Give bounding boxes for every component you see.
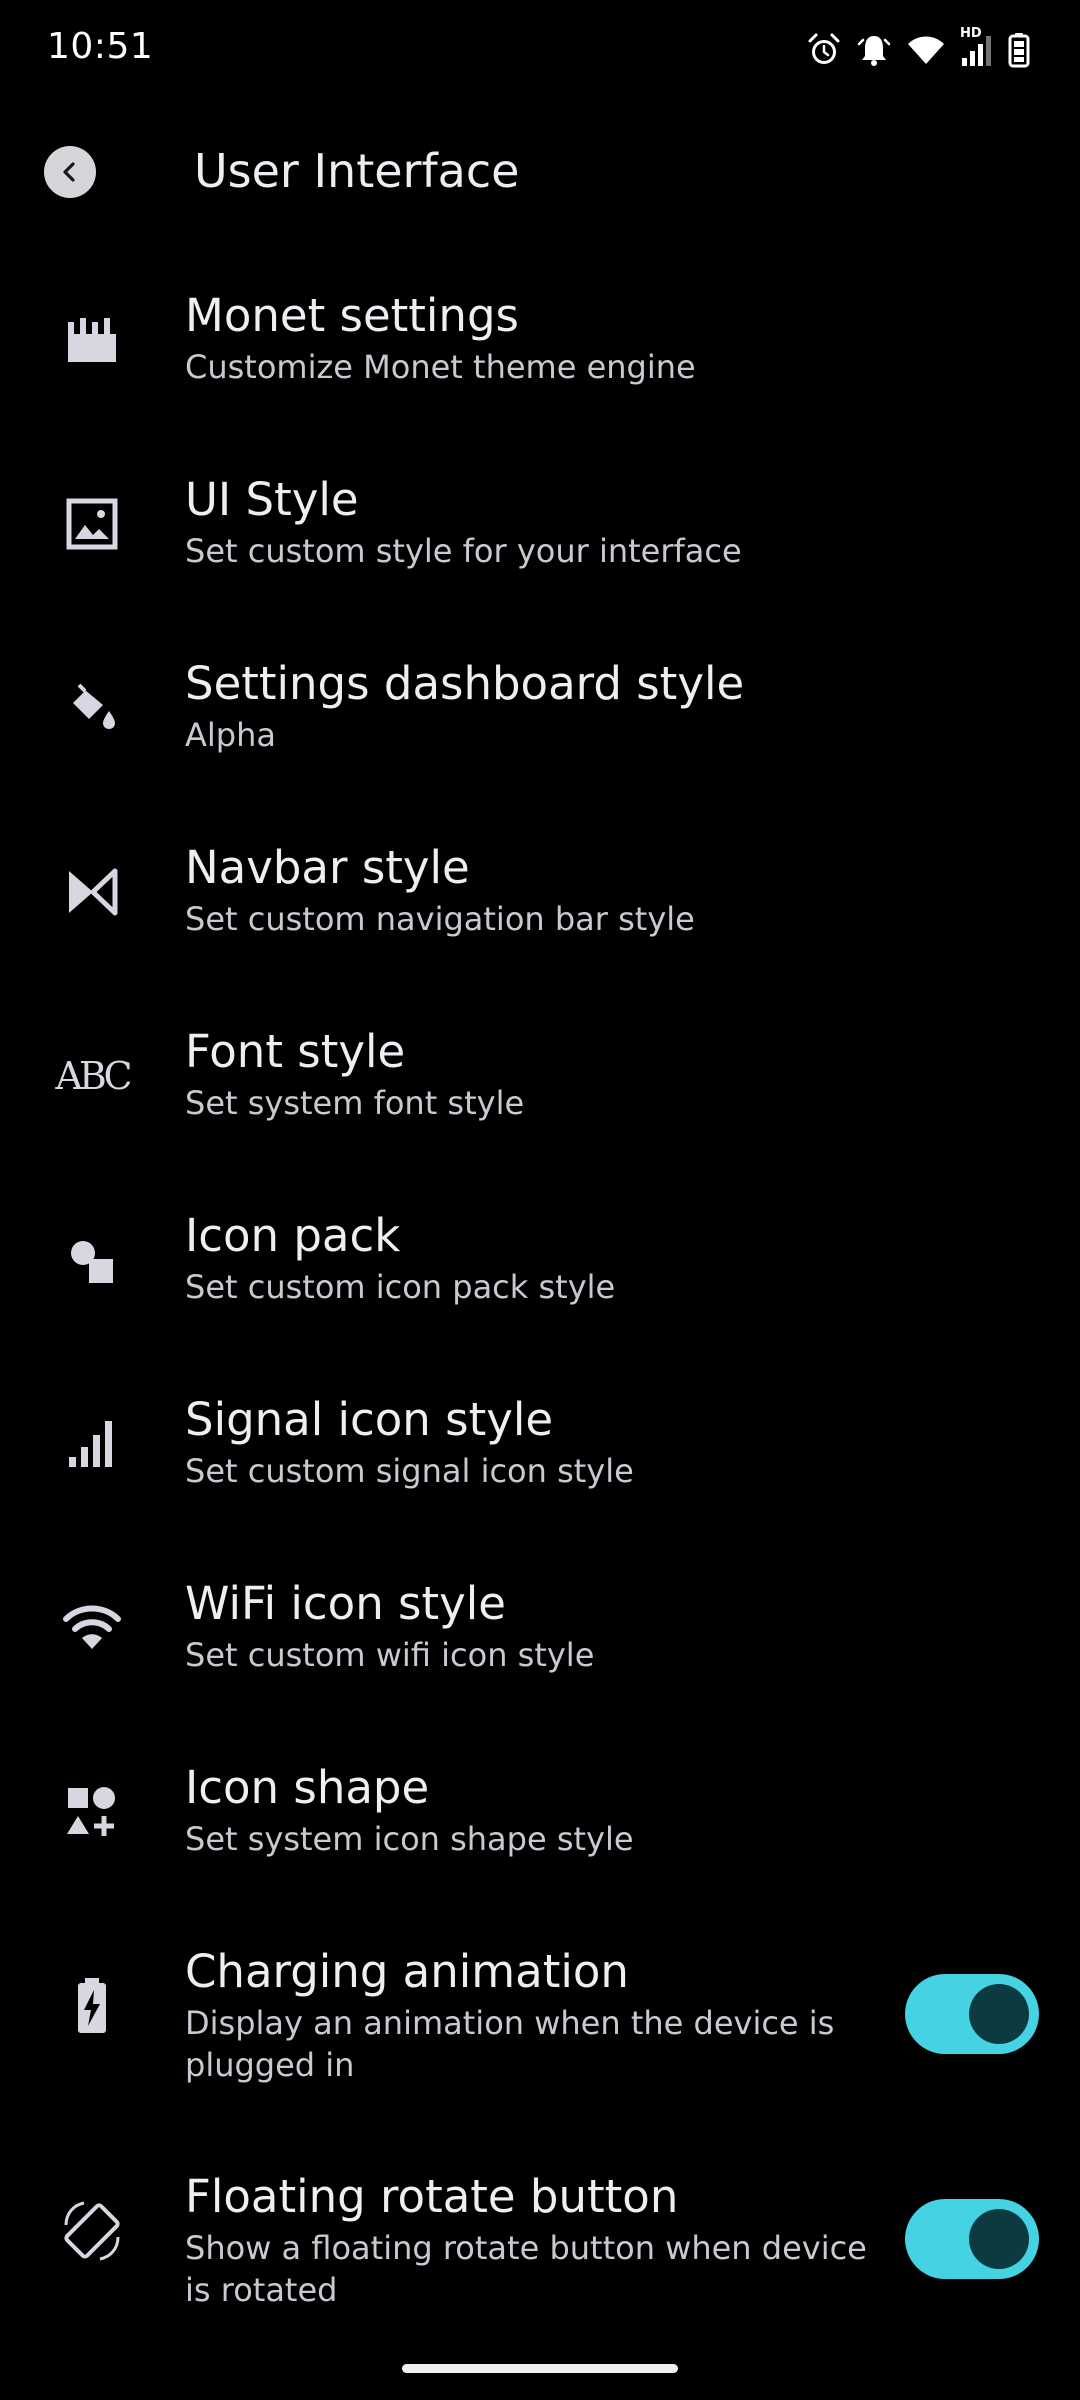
battery-charging-icon bbox=[56, 1970, 128, 2042]
page-title: User Interface bbox=[194, 144, 520, 198]
setting-summary: Set custom signal icon style bbox=[185, 1452, 634, 1490]
status-time: 10:51 bbox=[47, 26, 154, 67]
toggle-thumb bbox=[969, 1984, 1029, 2044]
wifi-status-icon bbox=[906, 34, 946, 66]
screen-rotation-icon bbox=[56, 2195, 128, 2267]
setting-title: Signal icon style bbox=[185, 1393, 554, 1446]
setting-summary: Set custom navigation bar style bbox=[185, 900, 695, 938]
setting-title: Settings dashboard style bbox=[185, 657, 745, 710]
wifi-icon bbox=[56, 1592, 128, 1664]
setting-navbar-style[interactable]: Navbar style Set custom navigation bar s… bbox=[0, 806, 1080, 990]
setting-title: Icon shape bbox=[185, 1761, 430, 1814]
back-button[interactable] bbox=[44, 146, 96, 198]
setting-ui-style[interactable]: UI Style Set custom style for your inter… bbox=[0, 438, 1080, 622]
setting-summary: Display an animation when the device is … bbox=[185, 2004, 835, 2084]
setting-title: Navbar style bbox=[185, 841, 470, 894]
setting-title: Icon pack bbox=[185, 1209, 401, 1262]
settings-list: Monet settings Customize Monet theme eng… bbox=[0, 254, 1080, 2360]
setting-floating-rotate-button[interactable]: Floating rotate button Show a floating r… bbox=[0, 2135, 1080, 2360]
ui-style-icon bbox=[56, 488, 128, 560]
monet-icon bbox=[56, 304, 128, 376]
setting-font-style[interactable]: ABC Font style Set system font style bbox=[0, 990, 1080, 1174]
hd-label: HD bbox=[960, 26, 982, 41]
setting-title: Charging animation bbox=[185, 1945, 629, 1998]
setting-title: Font style bbox=[185, 1025, 406, 1078]
setting-wifi-icon-style[interactable]: WiFi icon style Set custom wifi icon sty… bbox=[0, 1542, 1080, 1726]
setting-summary: Set custom wifi icon style bbox=[185, 1636, 595, 1674]
hd-signal-icon: HD bbox=[960, 26, 994, 68]
setting-title: Monet settings bbox=[185, 289, 519, 342]
setting-signal-icon-style[interactable]: Signal icon style Set custom signal icon… bbox=[0, 1358, 1080, 1542]
setting-summary: Set system font style bbox=[185, 1084, 525, 1122]
setting-title: WiFi icon style bbox=[185, 1577, 506, 1630]
setting-title: UI Style bbox=[185, 473, 359, 526]
setting-icon-shape[interactable]: Icon shape Set system icon shape style bbox=[0, 1726, 1080, 1910]
setting-icon-pack[interactable]: Icon pack Set custom icon pack style bbox=[0, 1174, 1080, 1358]
setting-summary: Set custom style for your interface bbox=[185, 532, 742, 570]
setting-dashboard-style[interactable]: Settings dashboard style Alpha bbox=[0, 622, 1080, 806]
status-bar: 10:51 HD bbox=[0, 0, 1080, 100]
setting-summary: Show a floating rotate button when devic… bbox=[185, 2229, 867, 2309]
battery-icon bbox=[1008, 32, 1030, 68]
app-header: User Interface bbox=[0, 120, 1080, 224]
setting-summary: Customize Monet theme engine bbox=[185, 348, 696, 386]
paint-bucket-icon bbox=[56, 672, 128, 744]
setting-summary: Alpha bbox=[185, 716, 276, 754]
back-arrow-icon bbox=[63, 162, 75, 182]
setting-summary: Set custom icon pack style bbox=[185, 1268, 616, 1306]
toggle-thumb bbox=[969, 2209, 1029, 2269]
font-icon-text: ABC bbox=[55, 1054, 132, 1098]
charging-animation-toggle[interactable] bbox=[905, 1974, 1039, 2054]
icon-shape-icon bbox=[56, 1776, 128, 1848]
setting-summary: Set system icon shape style bbox=[185, 1820, 634, 1858]
floating-rotate-toggle[interactable] bbox=[905, 2199, 1039, 2279]
gesture-navigation-bar[interactable] bbox=[402, 2364, 678, 2373]
setting-charging-animation[interactable]: Charging animation Display an animation … bbox=[0, 1910, 1080, 2135]
status-icons: HD bbox=[806, 26, 1030, 72]
shapes-icon bbox=[56, 1224, 128, 1296]
navbar-icon bbox=[56, 856, 128, 928]
alarm-icon bbox=[806, 32, 842, 68]
signal-icon bbox=[56, 1408, 128, 1480]
setting-title: Floating rotate button bbox=[185, 2170, 679, 2223]
font-icon: ABC bbox=[55, 1040, 132, 1112]
notification-bell-icon bbox=[856, 32, 892, 68]
setting-monet[interactable]: Monet settings Customize Monet theme eng… bbox=[0, 254, 1080, 438]
